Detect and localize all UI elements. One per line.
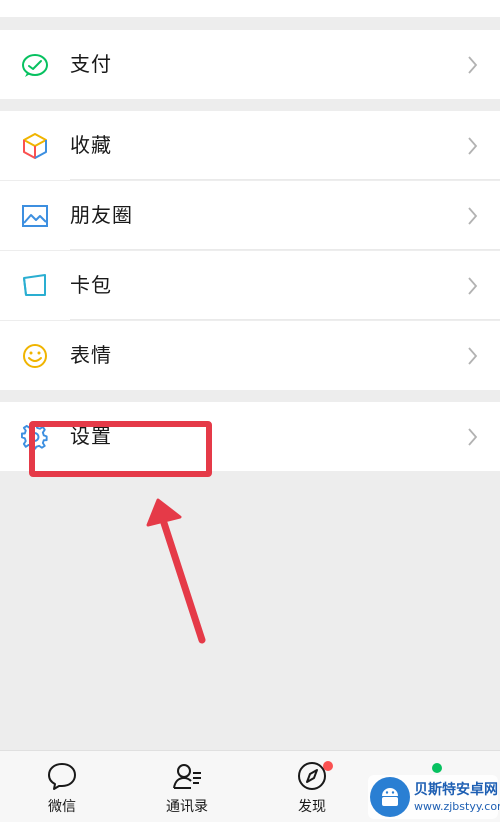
top-card-edge xyxy=(0,0,500,17)
tab-discover[interactable]: 发现 xyxy=(262,751,362,822)
watermark-title: 贝斯特安卓网 xyxy=(414,782,498,798)
picture-icon xyxy=(22,205,48,227)
menu-item-label: 朋友圈 xyxy=(70,203,133,227)
chevron-right-icon xyxy=(468,277,478,295)
watermark-logo xyxy=(370,777,410,817)
watermark-url: www.zjbstyy.com xyxy=(414,800,500,813)
chevron-right-icon xyxy=(468,137,478,155)
tab-chats[interactable]: 微信 xyxy=(12,751,112,822)
tab-contacts[interactable]: 通讯录 xyxy=(137,751,237,822)
menu-item-label: 支付 xyxy=(70,52,112,76)
menu-item-favorites[interactable]: 收藏 xyxy=(0,111,500,180)
tab-label: 发现 xyxy=(298,799,326,815)
menu-item-cards[interactable]: 卡包 xyxy=(0,251,500,320)
chevron-right-icon xyxy=(468,428,478,446)
annotation-arrow xyxy=(146,498,206,644)
menu-item-label: 卡包 xyxy=(70,273,112,297)
menu-item-label: 收藏 xyxy=(70,133,112,157)
smiley-icon xyxy=(23,344,47,368)
chevron-right-icon xyxy=(468,347,478,365)
chevron-right-icon xyxy=(468,207,478,225)
menu-item-moments[interactable]: 朋友圈 xyxy=(0,181,500,250)
contacts-icon xyxy=(173,764,201,789)
watermark: 贝斯特安卓网 www.zjbstyy.com xyxy=(368,775,500,819)
divider xyxy=(70,319,500,320)
tab-label: 微信 xyxy=(48,799,76,815)
notification-dot xyxy=(323,761,333,771)
menu-item-stickers[interactable]: 表情 xyxy=(0,321,500,390)
chat-bubble-icon xyxy=(48,763,76,790)
cube-icon xyxy=(23,133,47,159)
notification-dot xyxy=(432,763,442,773)
tab-label: 通讯录 xyxy=(166,799,208,815)
android-robot-icon xyxy=(382,788,398,806)
divider xyxy=(70,249,500,250)
card-wallet-icon xyxy=(23,274,46,296)
pay-icon xyxy=(22,54,48,77)
chevron-right-icon xyxy=(468,56,478,74)
menu-item-pay[interactable]: 支付 xyxy=(0,30,500,99)
annotation-highlight-box xyxy=(29,421,212,477)
divider xyxy=(70,179,500,180)
menu-item-label: 表情 xyxy=(70,343,112,367)
